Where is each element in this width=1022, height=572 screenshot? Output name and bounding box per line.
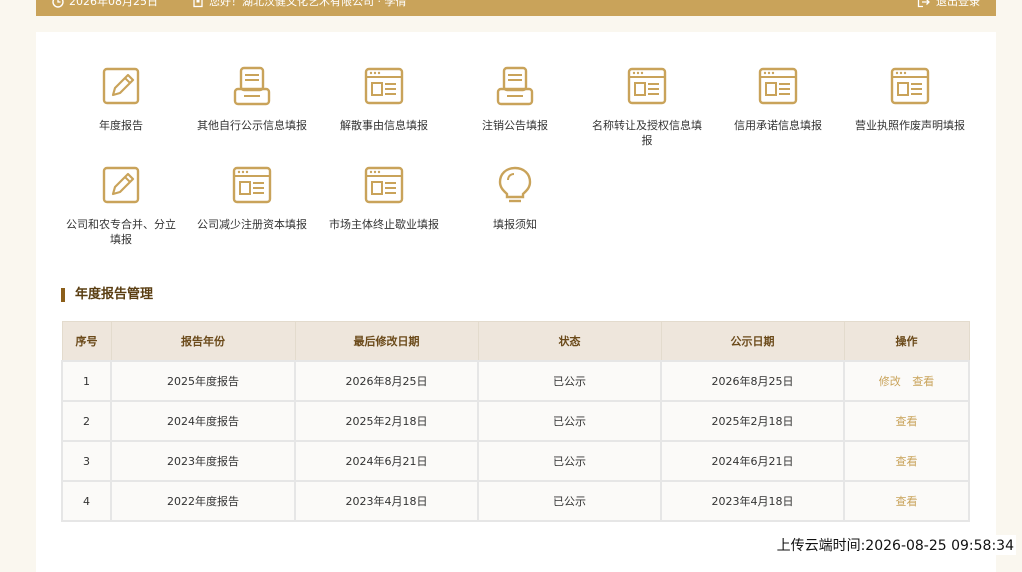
- col-published: 公示日期: [660, 321, 845, 362]
- logout-label: 退出登录: [936, 0, 980, 8]
- col-modified: 最后修改日期: [294, 321, 479, 362]
- view-link[interactable]: 查看: [912, 375, 934, 388]
- tile-merger-split[interactable]: 公司和农专合并、分立填报: [61, 165, 181, 261]
- table-row: 4 2022年度报告 2023年4月18日 已公示 2023年4月18日 查看: [61, 480, 970, 522]
- clock-icon: [52, 0, 64, 8]
- tile-capital-reduction[interactable]: 公司减少注册资本填报: [192, 165, 312, 261]
- top-bar: 2026年08月25日 您好！湖北汉健文化艺术有限公司 · 李倩 退出登录: [36, 0, 996, 16]
- cell-published: 2026年8月25日: [660, 360, 845, 402]
- edit-link[interactable]: 修改: [879, 375, 901, 388]
- cell-modified: 2024年6月21日: [294, 440, 479, 482]
- tile-label: 注销公告填报: [482, 119, 548, 132]
- logout-button[interactable]: 退出登录: [917, 0, 980, 16]
- cell-ops: 查看: [843, 480, 970, 522]
- tile-label: 其他自行公示信息填报: [197, 119, 307, 132]
- date-display: 2026年08月25日: [52, 0, 158, 16]
- cell-status: 已公示: [477, 480, 662, 522]
- tile-annual-report[interactable]: 年度报告: [61, 66, 181, 162]
- window-form-icon: [758, 67, 798, 105]
- tile-termination[interactable]: 市场主体终止歇业填报: [324, 165, 444, 261]
- col-year: 报告年份: [110, 321, 296, 362]
- printer-icon: [233, 66, 271, 106]
- table-header-row: 序号 报告年份 最后修改日期 状态 公示日期 操作: [61, 321, 970, 362]
- printer-icon: [496, 66, 534, 106]
- annual-report-table: 序号 报告年份 最后修改日期 状态 公示日期 操作 1 2025年度报告 202…: [61, 321, 970, 522]
- window-form-icon: [627, 67, 667, 105]
- view-link[interactable]: 查看: [896, 415, 918, 428]
- cell-published: 2025年2月18日: [660, 400, 845, 442]
- cell-status: 已公示: [477, 400, 662, 442]
- window-form-icon: [232, 166, 272, 204]
- col-ops: 操作: [843, 321, 970, 362]
- upload-time: 上传云端时间:2026-08-25 09:58:34: [774, 535, 1016, 555]
- table-row: 2 2024年度报告 2025年2月18日 已公示 2025年2月18日 查看: [61, 400, 970, 442]
- window-form-icon: [364, 67, 404, 105]
- cell-year: 2024年度报告: [110, 400, 296, 442]
- greeting: 您好！湖北汉健文化艺术有限公司 · 李倩: [192, 0, 407, 16]
- edit-icon: [102, 67, 140, 105]
- view-link[interactable]: 查看: [896, 455, 918, 468]
- cell-no: 3: [61, 440, 112, 482]
- tile-label: 营业执照作废声明填报: [855, 119, 965, 132]
- cell-no: 4: [61, 480, 112, 522]
- cell-published: 2023年4月18日: [660, 480, 845, 522]
- tile-license-void[interactable]: 营业执照作废声明填报: [850, 66, 970, 162]
- cell-published: 2024年6月21日: [660, 440, 845, 482]
- tile-label: 信用承诺信息填报: [734, 119, 822, 132]
- date-text: 2026年08月25日: [69, 0, 158, 8]
- cell-ops: 查看: [843, 400, 970, 442]
- tile-label: 公司和农专合并、分立填报: [66, 218, 176, 246]
- tile-label: 填报须知: [493, 218, 537, 231]
- greeting-text: 您好！湖北汉健文化艺术有限公司 · 李倩: [209, 0, 407, 8]
- tile-other-disclosure[interactable]: 其他自行公示信息填报: [192, 66, 312, 162]
- tile-label: 名称转让及授权信息填报: [592, 119, 702, 147]
- tile-dissolution[interactable]: 解散事由信息填报: [324, 66, 444, 162]
- tile-label: 公司减少注册资本填报: [197, 218, 307, 231]
- col-no: 序号: [61, 321, 112, 362]
- table-row: 3 2023年度报告 2024年6月21日 已公示 2024年6月21日 查看: [61, 440, 970, 482]
- edit-icon: [102, 166, 140, 204]
- tile-name-transfer[interactable]: 名称转让及授权信息填报: [587, 66, 707, 162]
- lightbulb-icon: [498, 166, 532, 203]
- building-icon: [193, 0, 203, 8]
- cell-ops: 修改 查看: [843, 360, 970, 402]
- cell-status: 已公示: [477, 360, 662, 402]
- cell-modified: 2026年8月25日: [294, 360, 479, 402]
- tile-credit-commitment[interactable]: 信用承诺信息填报: [718, 66, 838, 162]
- tile-label: 年度报告: [99, 119, 143, 132]
- cell-status: 已公示: [477, 440, 662, 482]
- cell-ops: 查看: [843, 440, 970, 482]
- cell-year: 2025年度报告: [110, 360, 296, 402]
- tile-cancellation-notice[interactable]: 注销公告填报: [455, 66, 575, 162]
- cell-modified: 2025年2月18日: [294, 400, 479, 442]
- logout-icon: [917, 0, 930, 8]
- tile-label: 市场主体终止歇业填报: [329, 218, 439, 231]
- cell-year: 2022年度报告: [110, 480, 296, 522]
- col-status: 状态: [477, 321, 662, 362]
- function-tiles: 年度报告 其他自行公示信息填报 解散事由信息填报 注销公告填报 名称转让及授权信…: [36, 32, 996, 262]
- cell-modified: 2023年4月18日: [294, 480, 479, 522]
- tile-label: 解散事由信息填报: [340, 119, 428, 132]
- cell-year: 2023年度报告: [110, 440, 296, 482]
- tile-instructions[interactable]: 填报须知: [455, 165, 575, 261]
- cell-no: 1: [61, 360, 112, 402]
- view-link[interactable]: 查看: [896, 495, 918, 508]
- section-title: 年度报告管理: [61, 288, 153, 302]
- table-row: 1 2025年度报告 2026年8月25日 已公示 2026年8月25日 修改 …: [61, 360, 970, 402]
- cell-no: 2: [61, 400, 112, 442]
- window-form-icon: [890, 67, 930, 105]
- main-panel: 年度报告 其他自行公示信息填报 解散事由信息填报 注销公告填报 名称转让及授权信…: [36, 32, 996, 572]
- window-form-icon: [364, 166, 404, 204]
